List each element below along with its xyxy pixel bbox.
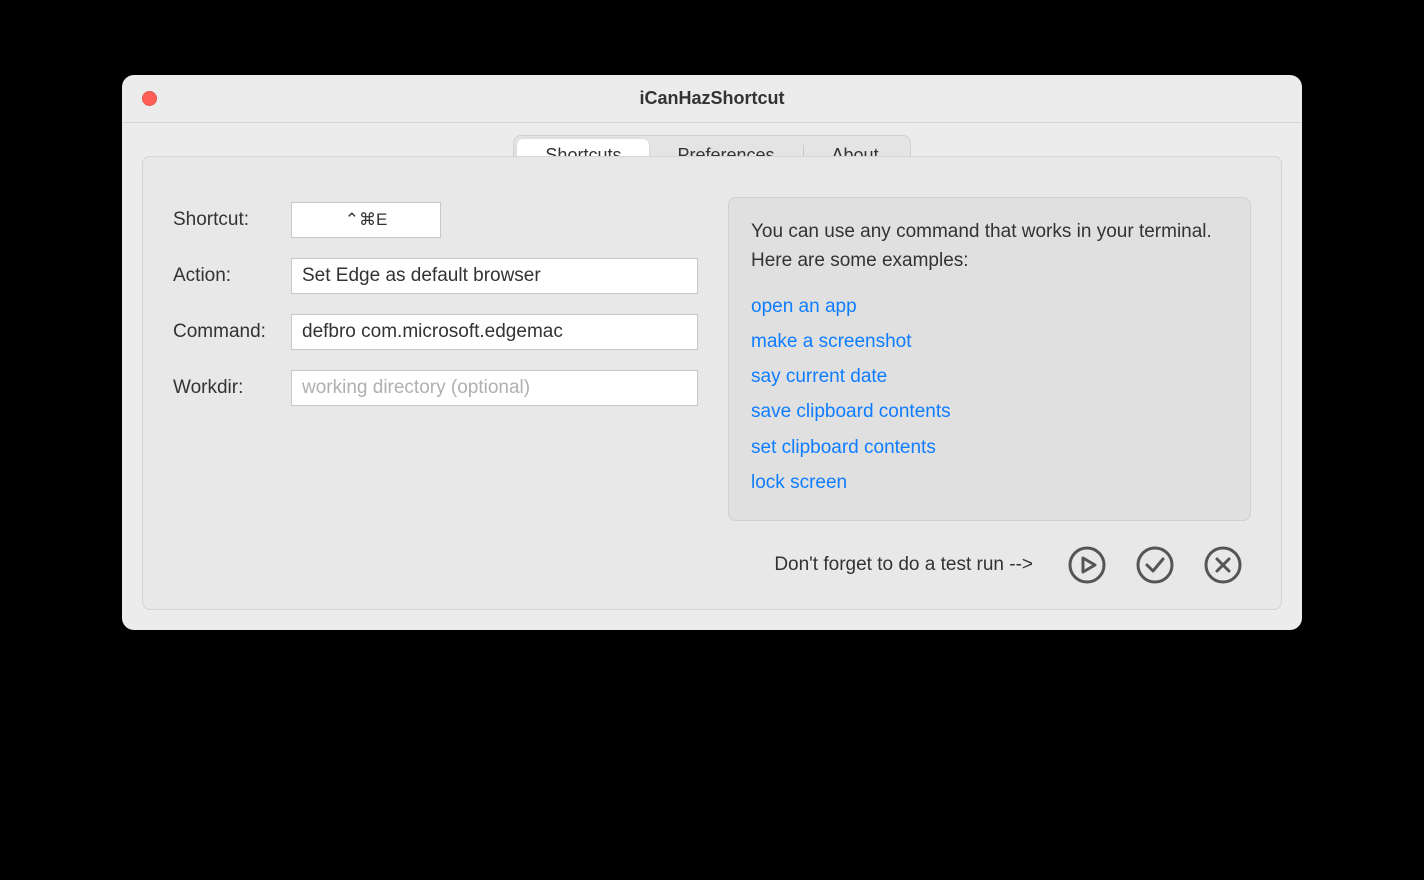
shortcut-label: Shortcut: — [173, 209, 283, 231]
hints-panel: You can use any command that works in yo… — [728, 197, 1251, 521]
command-input[interactable] — [291, 314, 698, 350]
example-open-app[interactable]: open an app — [751, 289, 1228, 324]
workdir-label: Workdir: — [173, 377, 283, 399]
command-row: Command: — [173, 314, 698, 350]
example-save-clipboard[interactable]: save clipboard contents — [751, 394, 1228, 429]
panel-wrapper: Shortcut: ⌃⌘E Action: Command: Workd — [122, 156, 1302, 630]
shortcut-row: Shortcut: ⌃⌘E — [173, 202, 698, 238]
window-title: iCanHazShortcut — [122, 88, 1302, 109]
check-icon — [1135, 545, 1175, 585]
workdir-row: Workdir: — [173, 370, 698, 406]
close-window-button[interactable] — [142, 91, 157, 106]
action-row: Action: — [173, 258, 698, 294]
example-screenshot[interactable]: make a screenshot — [751, 324, 1228, 359]
titlebar: iCanHazShortcut — [122, 75, 1302, 123]
confirm-button[interactable] — [1133, 543, 1177, 587]
command-label: Command: — [173, 321, 283, 343]
action-input[interactable] — [291, 258, 698, 294]
example-lock-screen[interactable]: lock screen — [751, 465, 1228, 500]
test-run-button[interactable] — [1065, 543, 1109, 587]
close-icon — [1203, 545, 1243, 585]
example-say-date[interactable]: say current date — [751, 359, 1228, 394]
workdir-input[interactable] — [291, 370, 698, 406]
hints-intro: You can use any command that works in yo… — [751, 218, 1228, 275]
form-column: Shortcut: ⌃⌘E Action: Command: Workd — [173, 197, 698, 521]
footer: Don't forget to do a test run --> — [173, 543, 1251, 587]
example-set-clipboard[interactable]: set clipboard contents — [751, 430, 1228, 465]
app-window: iCanHazShortcut Shortcuts Preferences Ab… — [122, 75, 1302, 630]
shortcut-input[interactable]: ⌃⌘E — [291, 202, 441, 238]
play-icon — [1067, 545, 1107, 585]
cancel-button[interactable] — [1201, 543, 1245, 587]
content-panel: Shortcut: ⌃⌘E Action: Command: Workd — [142, 156, 1282, 610]
footer-hint: Don't forget to do a test run --> — [774, 554, 1033, 576]
action-label: Action: — [173, 265, 283, 287]
